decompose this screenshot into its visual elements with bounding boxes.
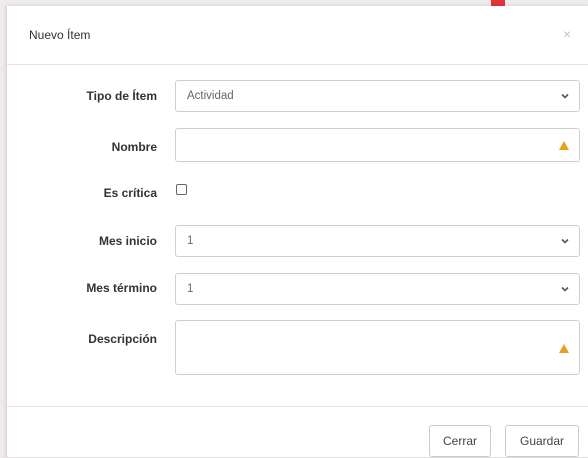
mes-inicio-select-value: 1: [187, 235, 194, 247]
tipo-label: Tipo de Ítem: [86, 89, 157, 103]
tipo-select-value: Actividad: [187, 90, 234, 102]
chevron-down-icon: [561, 238, 569, 244]
dialog-header: Nuevo Ítem ×: [7, 6, 588, 65]
nombre-label: Nombre: [111, 140, 157, 154]
new-item-dialog: Nuevo Ítem × Tipo de Ítem Actividad Nomb…: [6, 6, 588, 457]
dialog-title: Nuevo Ítem: [29, 28, 91, 42]
dialog-footer: Cerrar Guardar: [7, 406, 588, 458]
save-button[interactable]: Guardar: [505, 425, 579, 457]
close-icon[interactable]: ×: [563, 26, 571, 42]
mes-inicio-label: Mes inicio: [98, 234, 157, 248]
mes-termino-label: Mes término: [86, 281, 157, 295]
critica-label: Es crítica: [103, 186, 157, 200]
mes-termino-select[interactable]: 1: [175, 273, 580, 305]
critica-checkbox[interactable]: [176, 184, 187, 195]
close-button[interactable]: Cerrar: [429, 425, 491, 457]
mes-inicio-select[interactable]: 1: [175, 225, 580, 257]
chevron-down-icon: [561, 93, 569, 99]
descripcion-label: Descripción: [88, 332, 157, 346]
warning-icon: [559, 344, 569, 353]
chevron-down-icon: [561, 286, 569, 292]
tipo-select[interactable]: Actividad: [175, 80, 580, 112]
warning-icon: [559, 141, 569, 150]
mes-termino-select-value: 1: [187, 283, 194, 295]
descripcion-textarea[interactable]: [175, 320, 580, 375]
nombre-input[interactable]: [175, 128, 580, 162]
